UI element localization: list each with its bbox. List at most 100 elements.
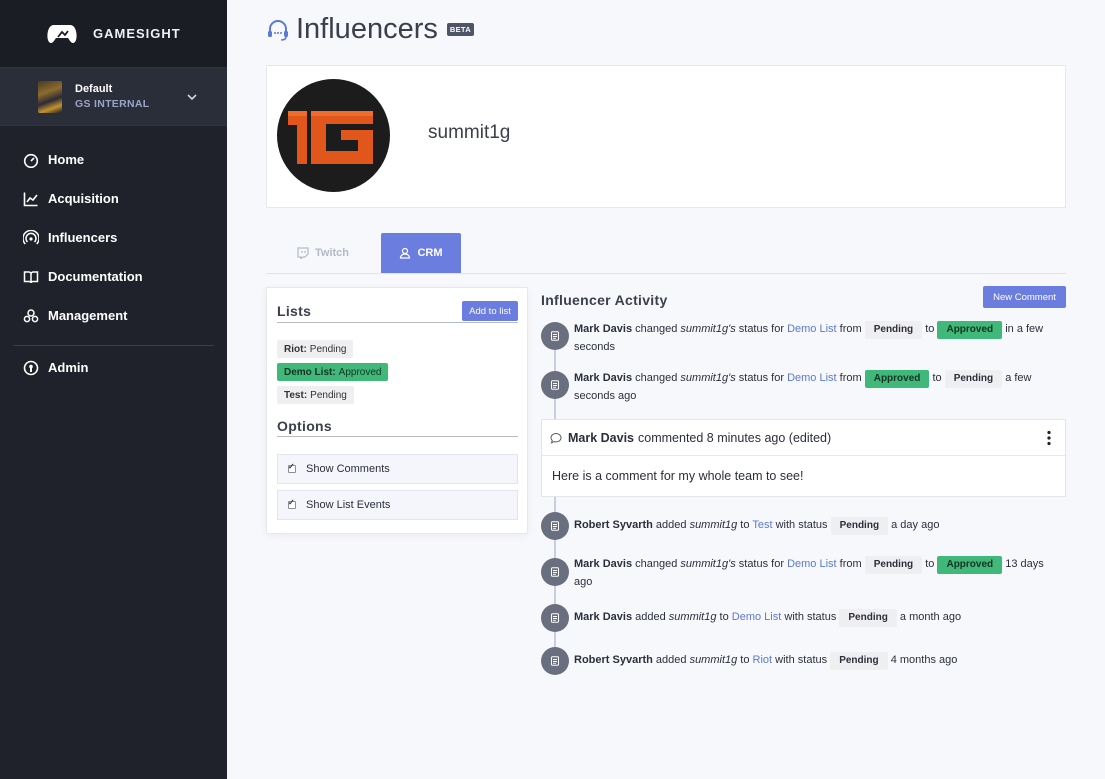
brand-name: GAMESIGHT — [93, 26, 181, 41]
status-badge: Pending — [830, 517, 889, 535]
chevron-down-icon — [187, 94, 197, 101]
lists-heading: Lists — [277, 303, 312, 319]
event-user: Mark Davis — [574, 372, 633, 384]
nav-label: Home — [48, 152, 85, 167]
account-switcher[interactable]: Default GS INTERNAL — [0, 67, 227, 126]
event-user: Robert Syvarth — [574, 519, 653, 531]
status-badge: Pending — [944, 370, 1003, 388]
event-text: from — [836, 323, 865, 335]
event-text: status for — [735, 323, 788, 335]
checkbox[interactable] — [288, 462, 296, 473]
activity-event: Mark Davis changed summit1g's status for… — [574, 556, 1064, 591]
status-badge: Approved — [937, 321, 1003, 339]
option-label: Show Comments — [306, 463, 390, 475]
event-icon — [541, 647, 569, 675]
activity-event: Mark Davis added summit1g to Demo List w… — [574, 609, 1064, 627]
activity-event: Robert Syvarth added summit1g to Test wi… — [574, 517, 1064, 535]
beta-badge: BETA — [446, 23, 474, 36]
headset-icon — [268, 19, 288, 41]
event-text: to — [922, 558, 938, 570]
broadcast-icon — [23, 229, 39, 245]
nav-item-influencers[interactable]: Influencers — [0, 218, 227, 257]
event-text: to — [922, 323, 938, 335]
nav-item-management[interactable]: Management — [0, 296, 227, 335]
event-user: Mark Davis — [574, 323, 633, 335]
event-subject: summit1g — [689, 519, 738, 531]
comment-body: Here is a comment for my whole team to s… — [552, 469, 804, 483]
event-text: added — [652, 654, 690, 666]
event-icon — [541, 604, 569, 632]
event-text: to — [716, 611, 732, 623]
event-list-link[interactable]: Demo List — [787, 323, 837, 335]
gauge-icon — [23, 153, 39, 168]
event-user: Robert Syvarth — [574, 654, 653, 666]
event-list-link[interactable]: Demo List — [732, 611, 782, 623]
event-text: status for — [735, 558, 788, 570]
summit1g-logo — [288, 111, 373, 164]
event-text: to — [737, 654, 753, 666]
comment-card: Mark Davis commented 8 minutes ago (edit… — [541, 419, 1066, 497]
account-name: Default — [75, 83, 113, 95]
event-subject: summit1g's — [680, 372, 736, 384]
more-options-icon[interactable] — [1047, 430, 1051, 446]
tab-crm[interactable]: CRM — [381, 233, 461, 273]
event-text: changed — [632, 372, 681, 384]
list-tag-name: Test: — [284, 389, 308, 401]
account-org: GS INTERNAL — [75, 98, 150, 110]
list-tag-test[interactable]: Test: Pending — [277, 386, 354, 404]
nav-item-home[interactable]: Home — [0, 140, 227, 179]
nav-label: Influencers — [48, 230, 118, 245]
event-text: to — [737, 519, 753, 531]
status-badge: Pending — [839, 609, 897, 627]
option-show-list-events[interactable]: Show List Events — [277, 490, 518, 520]
lists-card: Lists Add to list Riot: Pending Demo List… — [266, 287, 528, 534]
tab-bar: Twitch CRM — [266, 233, 1066, 274]
list-tag-riot[interactable]: Riot: Pending — [277, 340, 354, 358]
event-user: Mark Davis — [574, 558, 633, 570]
new-comment-button[interactable]: New Comment — [983, 286, 1066, 308]
comment-meta: commented 8 minutes ago (edited) — [638, 430, 832, 445]
option-show-comments[interactable]: Show Comments — [277, 454, 518, 484]
tab-twitch[interactable]: Twitch — [266, 233, 380, 273]
event-icon — [541, 322, 569, 350]
event-text: from — [836, 558, 865, 570]
list-tag-demo-list[interactable]: Demo List: Approved — [277, 363, 389, 381]
profile-name: summit1g — [428, 122, 511, 143]
list-tag-name: Riot: — [284, 343, 307, 355]
nav-item-acquisition[interactable]: Acquisition — [0, 179, 227, 218]
divider — [277, 436, 518, 437]
event-list-link[interactable]: Riot — [753, 654, 773, 666]
event-user: Mark Davis — [574, 611, 633, 623]
event-time: a day ago — [888, 519, 940, 531]
event-time: 4 months ago — [887, 654, 958, 666]
option-label: Show List Events — [306, 499, 391, 511]
document-icon — [551, 331, 559, 341]
event-time: a month ago — [896, 611, 962, 623]
event-text: to — [929, 372, 945, 384]
chart-line-icon — [23, 192, 38, 206]
nav-divider — [13, 345, 214, 346]
add-to-list-button[interactable]: Add to list — [462, 301, 518, 321]
event-list-link[interactable]: Test — [752, 519, 772, 531]
nav-item-documentation[interactable]: Documentation — [0, 257, 227, 296]
event-text: from — [836, 372, 865, 384]
sidebar: GAMESIGHT Default GS INTERNAL Home Acqui… — [0, 0, 227, 779]
checkbox[interactable] — [288, 498, 296, 509]
status-badge: Approved — [937, 556, 1003, 574]
nav-item-admin[interactable]: Admin — [0, 348, 227, 387]
list-tag-status: Pending — [310, 389, 347, 401]
event-icon — [541, 512, 569, 540]
gamepad-icon — [47, 24, 77, 43]
crm-icon — [400, 247, 411, 259]
event-text: added — [632, 611, 669, 623]
event-list-link[interactable]: Demo List — [787, 372, 837, 384]
list-tag-status: Pending — [309, 343, 347, 355]
list-tag-name: Demo List: — [284, 366, 336, 378]
event-list-link[interactable]: Demo List — [787, 558, 837, 570]
event-subject: summit1g's — [680, 558, 736, 570]
twitch-icon — [297, 247, 309, 259]
status-badge: Pending — [864, 556, 923, 574]
book-icon — [23, 270, 39, 283]
document-icon — [551, 656, 559, 666]
brand[interactable]: GAMESIGHT — [0, 0, 227, 67]
